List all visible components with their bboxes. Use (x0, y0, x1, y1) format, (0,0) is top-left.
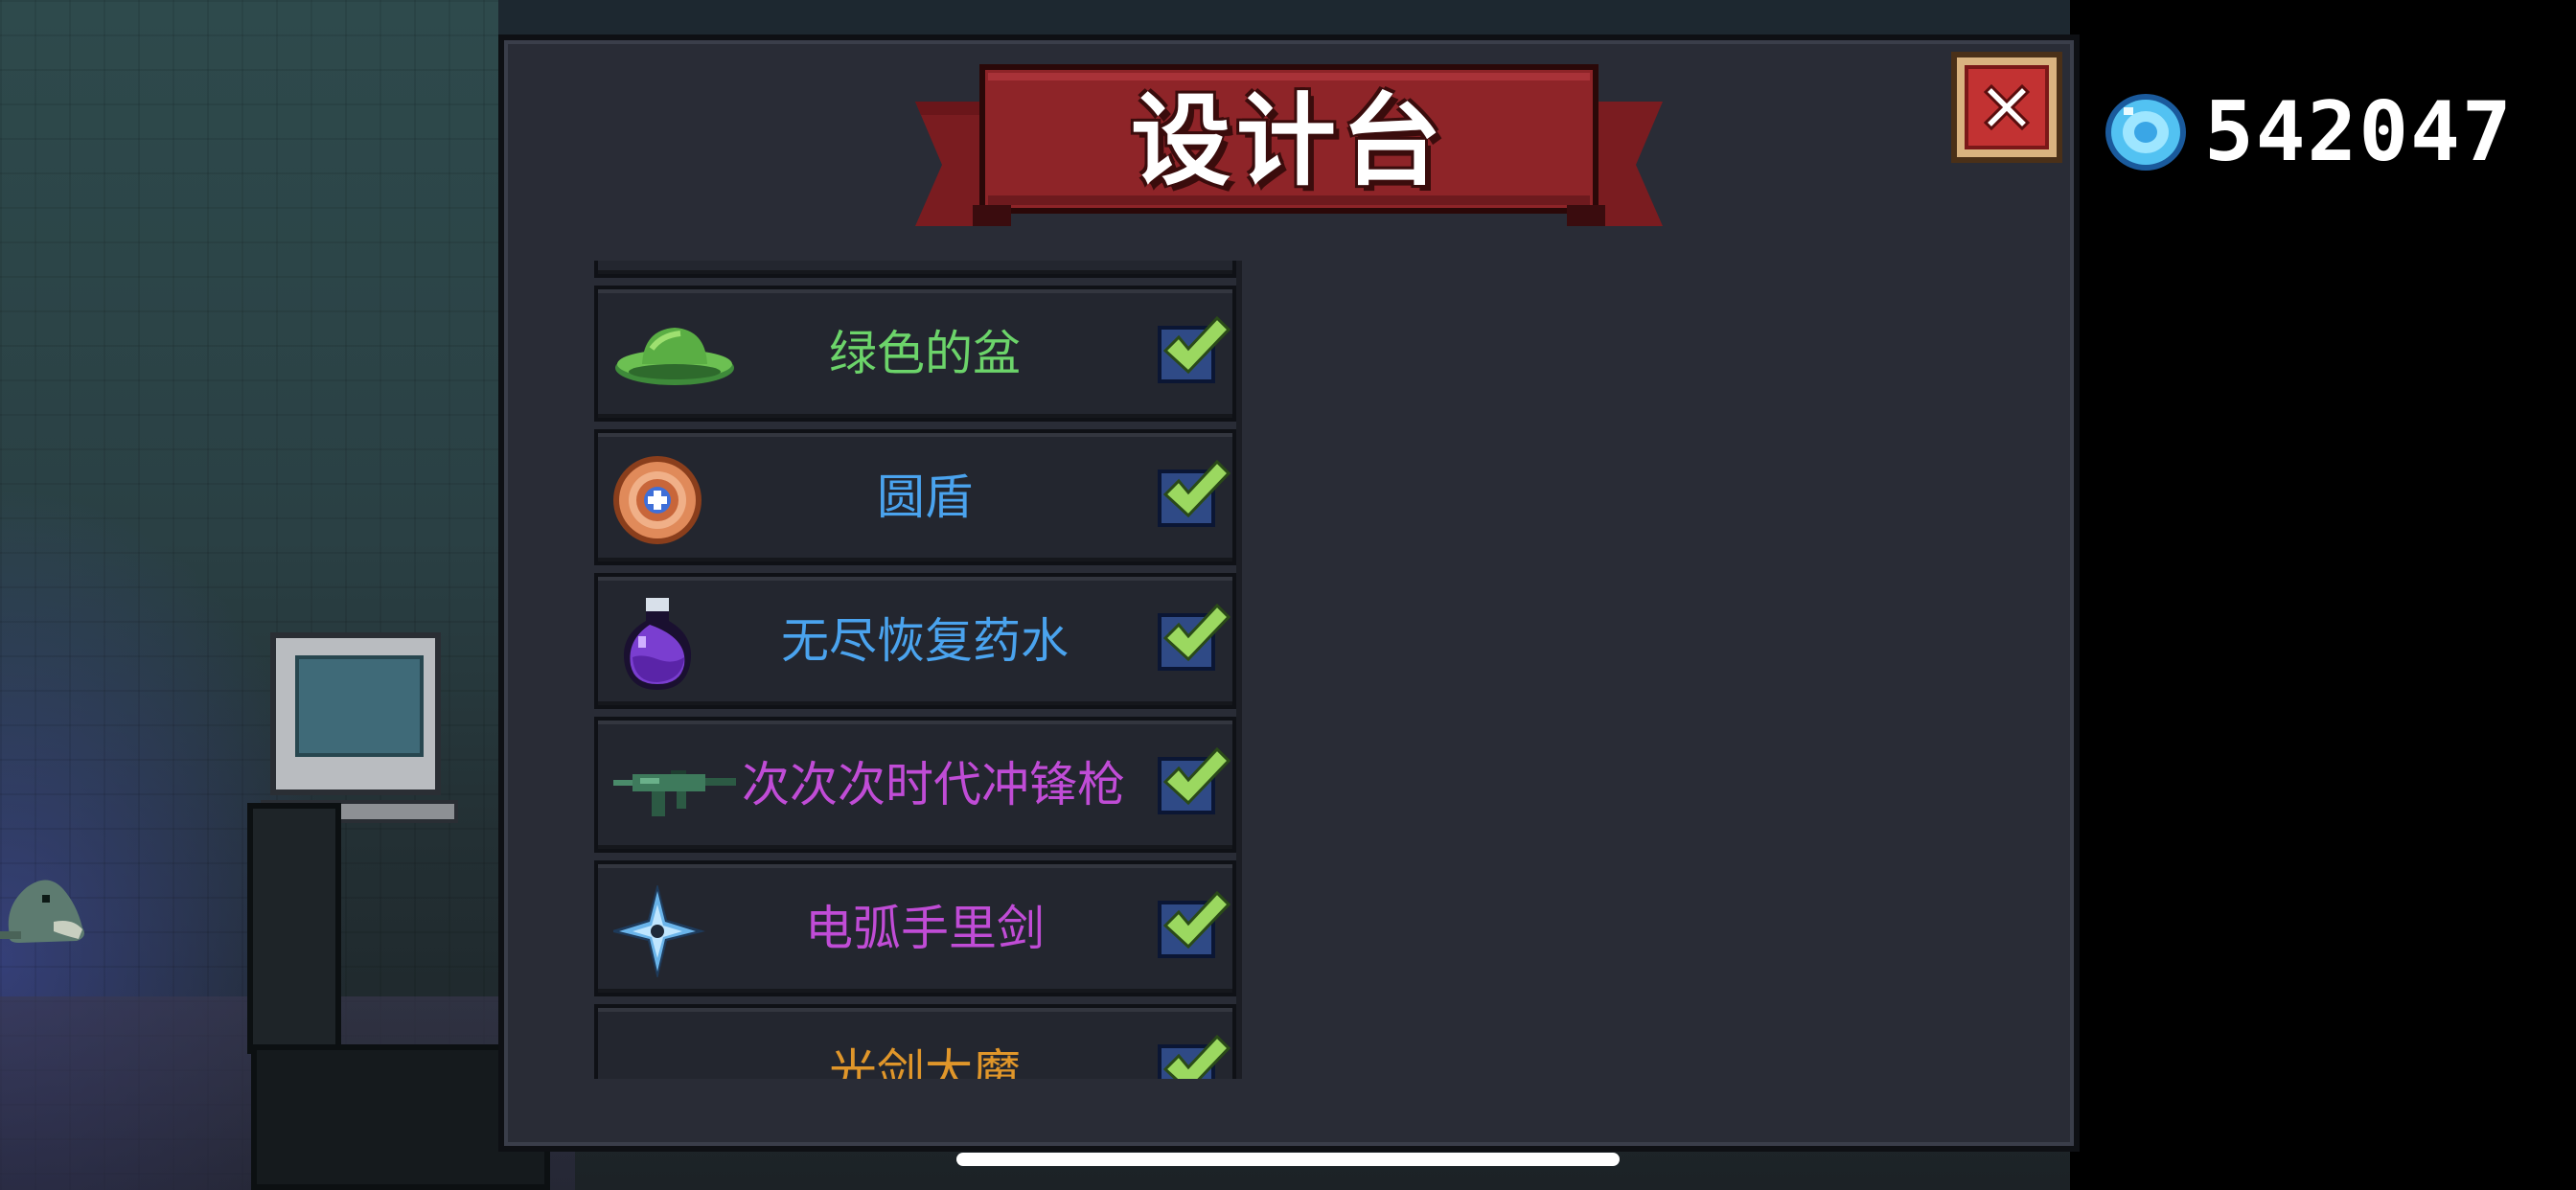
list-item[interactable]: 光剑大魔 (594, 1004, 1236, 1079)
item-label: 电弧手里剑 (805, 901, 1045, 956)
panel-title: 设计台 (1130, 81, 1447, 199)
item-label: 绿色的盆 (829, 326, 1021, 381)
list-scroll-edge (1236, 261, 1242, 1079)
checkmark-icon (1162, 315, 1230, 375)
seal-creature-icon (0, 880, 84, 943)
home-indicator[interactable] (956, 1153, 1620, 1166)
close-button[interactable] (1951, 52, 2062, 163)
list-item[interactable]: 次次次时代冲锋枪 (594, 717, 1236, 853)
blue-gem-icon (2105, 94, 2186, 171)
item-checkbox[interactable] (1158, 1034, 1230, 1079)
list-item[interactable]: 无尽恢复药水 (594, 573, 1236, 709)
list-item[interactable]: 圆盾 (594, 429, 1236, 565)
list-item[interactable]: 绿色的盆 (594, 286, 1236, 422)
item-checkbox[interactable] (1158, 890, 1230, 958)
desk-pillar (247, 803, 341, 1054)
item-label: 光剑大魔 (829, 1044, 1021, 1079)
item-checkbox[interactable] (1158, 459, 1230, 527)
checkmark-icon (1162, 746, 1230, 806)
item-list[interactable]: 绿色的盆 圆盾 无尽恢复药水 次次次时代冲锋枪 电弧手里剑 光剑大魔 (588, 261, 1242, 1079)
partial-orange-item-icon (613, 1029, 736, 1079)
round-shield-icon (613, 456, 702, 544)
list-item[interactable] (594, 261, 1236, 278)
computer-monitor (270, 632, 441, 795)
item-checkbox[interactable] (1158, 315, 1230, 383)
list-item[interactable]: 电弧手里剑 (594, 860, 1236, 996)
purple-potion-icon (623, 598, 692, 690)
gem-currency: 542047 (2099, 86, 2549, 178)
shuriken-icon (613, 885, 705, 977)
checkmark-icon (1162, 459, 1230, 518)
item-checkbox[interactable] (1158, 603, 1230, 671)
item-checkbox[interactable] (1158, 746, 1230, 814)
checkmark-icon (1162, 603, 1230, 662)
green-basin-icon (615, 328, 734, 385)
scene-top-strip (498, 0, 2089, 38)
item-label (742, 261, 1108, 274)
checkmark-icon (1162, 890, 1230, 950)
item-label: 圆盾 (877, 469, 973, 525)
checkmark-icon (1162, 1034, 1230, 1079)
item-label: 次次次时代冲锋枪 (742, 757, 1125, 812)
currency-value: 542047 (2204, 84, 2514, 180)
monitor-screen (295, 655, 424, 757)
item-label: 无尽恢复药水 (781, 613, 1069, 669)
submachine-gun-icon (613, 770, 736, 816)
close-x-icon[interactable] (1965, 65, 2049, 149)
